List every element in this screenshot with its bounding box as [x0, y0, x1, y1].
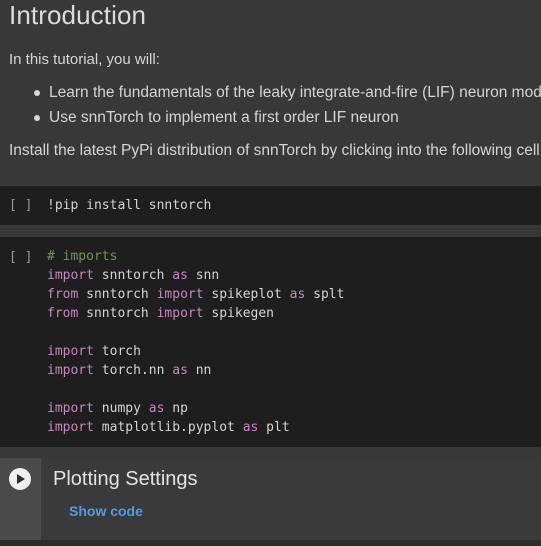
code-line[interactable]: import torch — [47, 342, 141, 361]
install-instructions: Install the latest PyPi distribution of … — [9, 142, 540, 159]
run-cell-button[interactable]: [ ] — [9, 250, 32, 265]
bullet-dot — [34, 115, 40, 121]
code-line[interactable]: from snntorch import spikegen — [47, 304, 274, 323]
section-heading: Introduction — [9, 0, 147, 30]
bullet-list: Learn the fundamentals of the leaky inte… — [0, 82, 541, 132]
code-line[interactable]: from snntorch import spikeplot as splt — [47, 285, 344, 304]
bullet-text: Learn the fundamentals of the leaky inte… — [49, 84, 541, 101]
form-title: Plotting Settings — [53, 468, 198, 490]
form-cell-plotting-settings[interactable]: Plotting Settings Show code — [0, 458, 541, 540]
run-cell-button[interactable] — [9, 468, 31, 490]
bullet-text: Use snnTorch to implement a first order … — [49, 109, 399, 126]
list-item: Use snnTorch to implement a first order … — [0, 107, 541, 132]
code-cell-install[interactable]: [ ] !pip install snntorch — [0, 186, 541, 225]
list-item: Learn the fundamentals of the leaky inte… — [0, 82, 541, 107]
run-cell-button[interactable]: [ ] — [9, 198, 32, 213]
code-line[interactable]: import snntorch as snn — [47, 266, 219, 285]
cell-divider — [0, 540, 541, 546]
code-line[interactable]: !pip install snntorch — [47, 196, 211, 215]
code-cell-imports[interactable]: [ ] # imports import snntorch as snn fro… — [0, 237, 541, 447]
code-line[interactable]: import torch.nn as nn — [47, 361, 211, 380]
play-icon — [17, 474, 25, 484]
intro-text: In this tutorial, you will: — [9, 51, 160, 68]
bullet-dot — [34, 90, 40, 96]
code-comment[interactable]: # imports — [47, 247, 117, 266]
show-code-link[interactable]: Show code — [69, 503, 143, 519]
code-line[interactable]: import numpy as np — [47, 399, 188, 418]
code-line[interactable]: import matplotlib.pyplot as plt — [47, 418, 290, 437]
